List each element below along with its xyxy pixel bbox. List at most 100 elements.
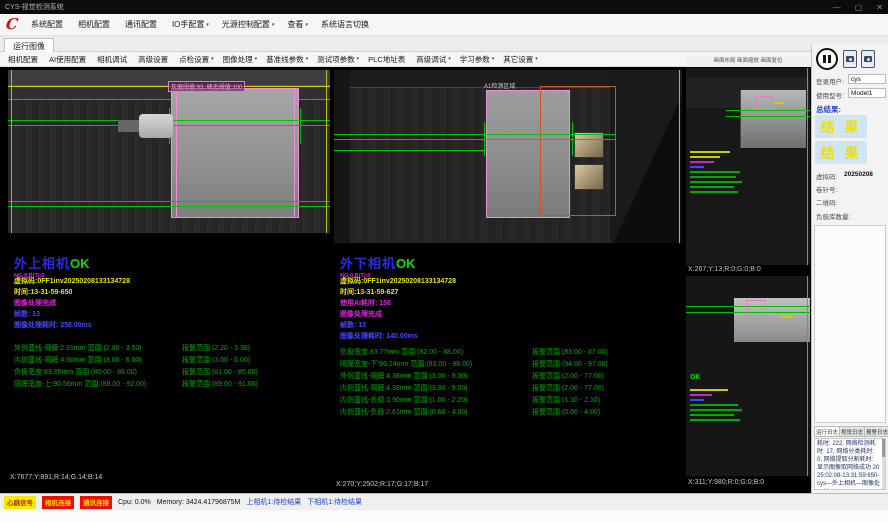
- overlay-green-line: [572, 122, 573, 156]
- mini-text-line: [690, 161, 714, 163]
- menu-item-view[interactable]: 查看▾: [287, 19, 308, 30]
- toolbar-item-test-params[interactable]: 测试项参数▾: [317, 54, 359, 65]
- mini-text-line: [690, 409, 742, 411]
- toolbar-item-camera-debug[interactable]: 相机调试: [97, 54, 129, 65]
- window-title: CYS-视觉检测系统: [5, 2, 64, 12]
- virtual-code-label: 虚拟码:: [816, 171, 837, 181]
- measurement-row: 内侧蓝线-隔膜:4.60mm 范围:(3.00 - 6.00)报警范围:(3.0…: [14, 355, 258, 367]
- menu-item-system-config[interactable]: 系统配置: [31, 19, 65, 30]
- title-bar: CYS-视觉检测系统 — ▢ ✕: [0, 0, 888, 14]
- menu-item-io-config[interactable]: IO手配置▾: [172, 19, 209, 30]
- toolbar-item-advanced-settings[interactable]: 高级设置: [138, 54, 170, 65]
- toolbar-item-advanced-debug[interactable]: 高级调试▾: [416, 54, 451, 65]
- maximize-button[interactable]: ▢: [855, 3, 863, 12]
- needle-number-label: 卷针号:: [816, 184, 837, 194]
- toolbar-item-baseline-params[interactable]: 基准线参数▾: [266, 54, 308, 65]
- log-scrollbar-thumb[interactable]: [882, 439, 885, 457]
- overlay-pink-line: [176, 88, 177, 218]
- bottom-strip: [0, 510, 888, 522]
- upper-camera-result-text: 上相机1:待检结果: [246, 497, 301, 507]
- tab-strip: 运行图像: [0, 36, 888, 52]
- machine-column: [334, 70, 350, 243]
- memory-usage-text: Memory: 3424.41796875M: [157, 499, 241, 506]
- model-field[interactable]: Model1: [848, 88, 886, 98]
- detect-area-overlay-label: A1检测区域: [484, 81, 515, 90]
- left-barcode-text: 虚拟码:0FF1inv20250208133134728: [14, 276, 130, 287]
- toolbar-item-spot-check[interactable]: 点检设置▾: [179, 54, 214, 65]
- mini-text-line: [690, 151, 730, 153]
- result-display-1: 结 果: [815, 115, 867, 138]
- left-process-done-text: 图像处理完成: [14, 298, 130, 309]
- mini-text-line: [690, 389, 728, 391]
- toolbar-item-learning-params[interactable]: 学习参数▾: [460, 54, 495, 65]
- app-window: CYS-视觉检测系统 — ▢ ✕ C 系统配置 相机配置 通讯配置 IO手配置▾…: [0, 0, 888, 522]
- left-process-time-text: 图像处理耗时: 258.00ms: [14, 320, 130, 331]
- mini-text-line: [690, 181, 742, 183]
- login-user-field[interactable]: cys: [848, 74, 886, 84]
- close-button[interactable]: ✕: [876, 3, 883, 12]
- anode-stock-count-label: 负极库数量:: [816, 211, 850, 221]
- camera-icon: [864, 56, 872, 62]
- overlay-yellow-line: [807, 276, 808, 476]
- thumb-report-lines: [690, 148, 760, 196]
- log-tab-vision[interactable]: 视觉日志: [839, 426, 865, 437]
- thumb-header-text: 画面布局 画面缩放 画面复位: [686, 56, 810, 67]
- overlay-pink-rect: [756, 96, 772, 110]
- model-label: 使用型号:: [816, 90, 844, 100]
- lower-camera-result-text: 下相机1:待检结果: [307, 497, 362, 507]
- mini-text-line: [690, 156, 720, 158]
- status-bar: 心跳信号 相机连接 通讯连接 Cpu: 0.0% Memory: 3424.41…: [0, 493, 888, 510]
- thumb-view-2[interactable]: OK: [686, 276, 810, 476]
- overlay-green-line: [726, 116, 810, 117]
- left-status-ok: OK: [70, 256, 90, 271]
- menu-item-camera-config[interactable]: 相机配置: [78, 19, 112, 30]
- toolbar-item-ai-config[interactable]: AI使用配置: [49, 54, 88, 65]
- app-logo-icon: C: [5, 17, 19, 32]
- center-process-time-text: 图像处理耗时: 140.00ms: [340, 331, 456, 342]
- gripper: [139, 114, 173, 138]
- center-process-done-text: 图像处理完成: [340, 309, 456, 320]
- log-text-area[interactable]: 耗时: 222, 网络检测耗时: 17, 网络分类耗时: 0, 网络提取分割耗时…: [814, 438, 886, 490]
- comm-connection-badge: 通讯连接: [80, 496, 112, 509]
- left-time-text: 时间:13-31-59-650: [14, 287, 130, 298]
- log-tab-run[interactable]: 运行日志: [814, 426, 840, 437]
- center-frame-text: 帧数: 13: [340, 320, 456, 331]
- left-camera-image-view[interactable]: 灰度阈值:93, 峰态阈值:100: [8, 70, 330, 233]
- center-camera-title: 外下相机: [340, 256, 396, 271]
- toolbar-item-plc-table[interactable]: PLC地址表: [368, 54, 407, 65]
- overlay-green-line: [8, 201, 330, 202]
- log-scrollbar[interactable]: [882, 439, 885, 489]
- thumb-report-lines: [690, 386, 760, 424]
- login-user-label: 登录用户:: [816, 76, 844, 86]
- minimize-button[interactable]: —: [833, 3, 841, 12]
- toolbar-item-image-processing[interactable]: 图像处理▾: [223, 54, 258, 65]
- mini-text-line: [690, 166, 704, 168]
- mini-text-line: [690, 394, 712, 396]
- overlay-pink-line: [294, 88, 295, 218]
- measurement-row: 隔膜宽度-下:95.24mm 范围:(93.00 - 98.00)报警范围:(9…: [340, 359, 608, 371]
- overlay-yellow-line: [11, 70, 12, 233]
- menu-item-light-config[interactable]: 光源控制配置▾: [222, 19, 275, 30]
- thumb-view-1[interactable]: [686, 68, 810, 265]
- battery-cell: [171, 88, 299, 218]
- camera-select-2-button[interactable]: [861, 50, 875, 68]
- toolbar-item-camera-config[interactable]: 相机配置: [8, 54, 40, 65]
- menu-item-comm-config[interactable]: 通讯配置: [125, 19, 159, 30]
- camera-select-1-button[interactable]: [843, 50, 857, 68]
- pause-button[interactable]: [816, 48, 838, 70]
- measurement-row: 负极宽度:83.05mm 范围:(80.00 - 86.00)报警范围:(81.…: [14, 367, 258, 379]
- mini-text-line: [690, 176, 736, 178]
- log-tab-alarm[interactable]: 报警日志: [864, 426, 888, 437]
- measurement-row: 隔膜宽度-上:90.56mm 范围:(88.00 - 92.00)报警范围:(8…: [14, 379, 258, 391]
- overlay-yellow-mark: [774, 102, 784, 104]
- pause-icon: [828, 55, 831, 63]
- mini-text-line: [690, 414, 734, 416]
- camera-icon: [846, 56, 854, 62]
- overlay-yellow-line: [807, 68, 808, 265]
- center-camera-image-view[interactable]: A1检测区域: [334, 70, 682, 243]
- menu-item-language-switch[interactable]: 系统语言切换: [321, 19, 371, 30]
- overlay-yellow-line: [679, 70, 680, 243]
- toolbar-item-other-settings[interactable]: 其它设置▾: [503, 54, 538, 65]
- center-status-ok: OK: [396, 256, 416, 271]
- measurement-row: 内侧蓝线-负极:1.90mm 范围:(1.00 - 2.20)报警范围:(1.1…: [340, 395, 608, 407]
